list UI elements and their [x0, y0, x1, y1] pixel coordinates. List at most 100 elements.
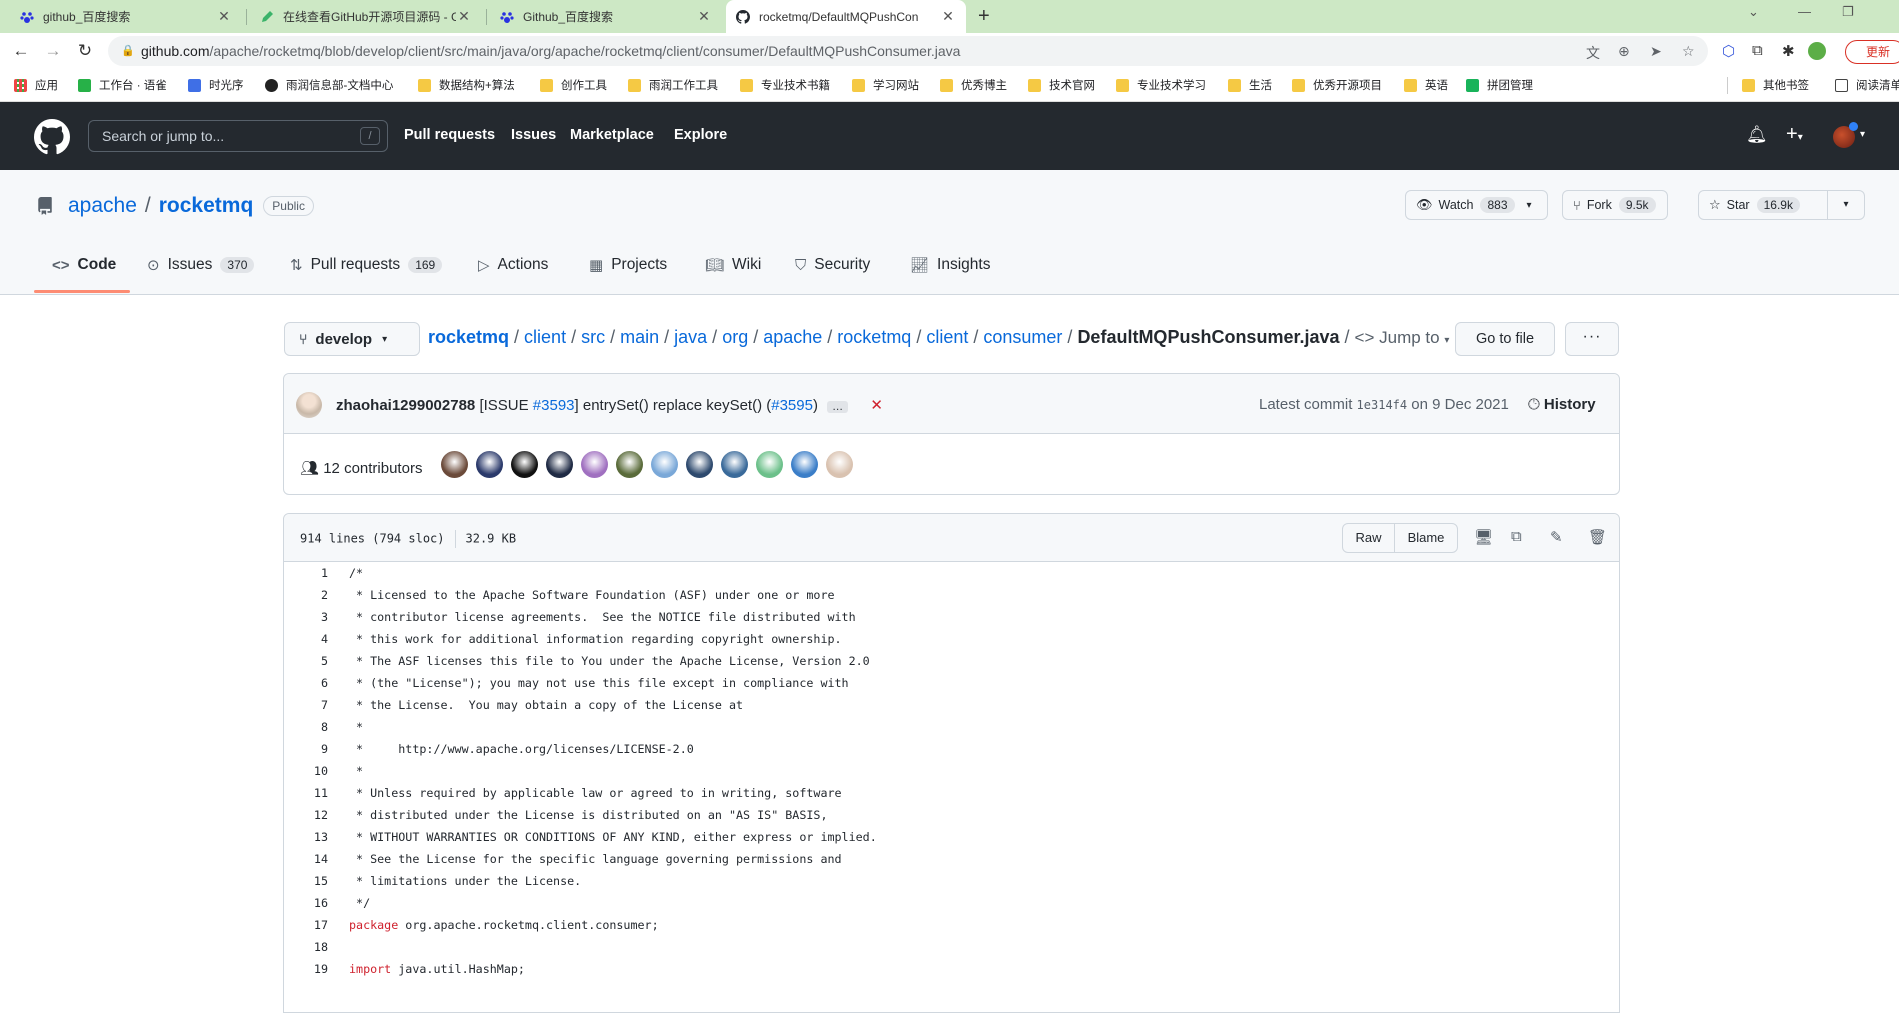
reload-icon[interactable]: ↻: [74, 41, 96, 61]
contributor-avatar[interactable]: [756, 451, 783, 478]
extension-icon[interactable]: ⧉: [1752, 42, 1763, 59]
line-number[interactable]: 12: [284, 804, 328, 826]
author-avatar[interactable]: [296, 392, 322, 418]
contributor-avatar[interactable]: [651, 451, 678, 478]
reading-list[interactable]: 阅读清单: [1835, 77, 1899, 93]
zoom-icon[interactable]: ⊕: [1618, 43, 1630, 60]
raw-button[interactable]: Raw: [1343, 524, 1395, 552]
line-number[interactable]: 7: [284, 694, 328, 716]
commit-author-link[interactable]: zhaohai1299002788: [336, 397, 475, 414]
go-to-file-button[interactable]: Go to file: [1455, 322, 1555, 356]
desktop-icon[interactable]: 🖥︎: [1474, 528, 1493, 546]
line-number[interactable]: 6: [284, 672, 328, 694]
line-number[interactable]: 3: [284, 606, 328, 628]
commit-sha-link[interactable]: 1e314f4: [1357, 398, 1408, 412]
bookmark-item[interactable]: 雨润信息部-文档中心: [265, 77, 393, 93]
bookmark-star-icon[interactable]: ☆: [1682, 43, 1695, 60]
line-number[interactable]: 1: [284, 562, 328, 584]
line-number[interactable]: 10: [284, 760, 328, 782]
bookmark-item[interactable]: 工作台 · 语雀: [78, 77, 167, 93]
breadcrumb-link[interactable]: src: [581, 327, 605, 347]
contributor-avatar[interactable]: [721, 451, 748, 478]
contributor-avatar[interactable]: [476, 451, 503, 478]
breadcrumb-link[interactable]: client: [524, 327, 566, 347]
tab-code[interactable]: <> Code: [52, 256, 116, 274]
line-number[interactable]: 11: [284, 782, 328, 804]
browser-tab[interactable]: github_百度搜索 ✕: [10, 0, 242, 33]
bookmark-folder[interactable]: 专业技术学习: [1116, 77, 1206, 93]
search-input[interactable]: Search or jump to... /: [88, 120, 388, 152]
back-arrow-icon[interactable]: ←: [10, 41, 32, 61]
commit-text[interactable]: ] entrySet() replace keySet() (: [575, 397, 772, 414]
translate-icon[interactable]: 文: [1586, 43, 1600, 63]
breadcrumb-link[interactable]: apache: [763, 327, 822, 347]
tab-issues[interactable]: ⊙ Issues 370: [147, 256, 255, 274]
breadcrumb-link[interactable]: rocketmq: [837, 327, 911, 347]
issue-link[interactable]: #3593: [533, 397, 575, 414]
browser-tab-active[interactable]: rocketmq/DefaultMQPushCon ✕: [726, 0, 966, 33]
close-icon[interactable]: ✕: [696, 8, 712, 25]
bookmark-folder[interactable]: 优秀开源项目: [1292, 77, 1382, 93]
line-number[interactable]: 15: [284, 870, 328, 892]
breadcrumb-link[interactable]: main: [620, 327, 659, 347]
line-number[interactable]: 19: [284, 958, 328, 980]
trash-icon[interactable]: 🗑︎: [1588, 528, 1607, 546]
bookmark-item[interactable]: 时光序: [188, 77, 244, 93]
fork-button[interactable]: ⑂ Fork 9.5k: [1562, 190, 1668, 220]
line-number[interactable]: 4: [284, 628, 328, 650]
contributor-avatar[interactable]: [616, 451, 643, 478]
expand-commit-button[interactable]: …: [827, 401, 849, 413]
browser-tab[interactable]: 在线查看GitHub开源项目源码 - G ✕: [250, 0, 482, 33]
contributor-avatar[interactable]: [441, 451, 468, 478]
bookmark-folder[interactable]: 专业技术书籍: [740, 77, 830, 93]
more-options-button[interactable]: ···: [1565, 322, 1619, 356]
bookmark-folder[interactable]: 优秀博主: [940, 77, 1007, 93]
bookmark-item[interactable]: 拼团管理: [1466, 77, 1533, 93]
close-icon[interactable]: ✕: [216, 8, 232, 25]
tab-projects[interactable]: ▦ Projects: [589, 256, 667, 274]
extension-cube-icon[interactable]: ⬡: [1722, 42, 1735, 60]
blame-button[interactable]: Blame: [1395, 524, 1457, 552]
contributor-avatar[interactable]: [546, 451, 573, 478]
jump-to-dropdown[interactable]: <> Jump to ▾: [1355, 328, 1450, 347]
restore-icon[interactable]: ❐: [1842, 4, 1854, 20]
breadcrumb-link[interactable]: client: [926, 327, 968, 347]
line-number[interactable]: 16: [284, 892, 328, 914]
line-number[interactable]: 14: [284, 848, 328, 870]
update-button[interactable]: 更新: [1845, 40, 1899, 64]
repo-name-link[interactable]: rocketmq: [159, 194, 254, 218]
bell-icon[interactable]: 🔔︎: [1746, 125, 1768, 145]
star-dropdown-chevron-icon[interactable]: ▾: [1827, 191, 1864, 219]
nav-pull-requests[interactable]: Pull requests: [404, 127, 495, 143]
browser-tab[interactable]: Github_百度搜索 ✕: [490, 0, 722, 33]
copy-icon[interactable]: ⧉: [1511, 528, 1522, 545]
bookmark-folder[interactable]: 学习网站: [852, 77, 919, 93]
line-number[interactable]: 5: [284, 650, 328, 672]
star-button[interactable]: ☆ Star 16.9k ▾: [1698, 190, 1865, 220]
bookmark-folder[interactable]: 数据结构+算法: [418, 77, 515, 93]
pencil-icon[interactable]: ✎: [1550, 528, 1563, 546]
contributor-avatar[interactable]: [511, 451, 538, 478]
bookmark-folder-other[interactable]: 其他书签: [1742, 77, 1809, 93]
contributor-avatar[interactable]: [686, 451, 713, 478]
commit-text[interactable]: ): [813, 397, 818, 414]
tab-insights[interactable]: 📈︎ Insights: [910, 256, 990, 274]
puzzle-icon[interactable]: ✱: [1782, 42, 1795, 60]
breadcrumb-link[interactable]: org: [722, 327, 748, 347]
branch-select-button[interactable]: ⑂ develop ▾: [284, 322, 420, 356]
tab-security[interactable]: ⛉ Security: [795, 256, 870, 274]
bookmark-folder[interactable]: 生活: [1228, 77, 1272, 93]
bookmark-folder[interactable]: 创作工具: [540, 77, 607, 93]
line-number[interactable]: 13: [284, 826, 328, 848]
bookmark-apps[interactable]: 应用: [14, 77, 58, 93]
tab-pull-requests[interactable]: ⇅ Pull requests 169: [290, 256, 443, 274]
bookmark-folder[interactable]: 雨润工作工具: [628, 77, 718, 93]
bookmark-folder[interactable]: 技术官网: [1028, 77, 1095, 93]
line-number[interactable]: 17: [284, 914, 328, 936]
plus-dropdown-icon[interactable]: +▾: [1786, 123, 1803, 146]
close-icon[interactable]: ✕: [456, 8, 472, 25]
profile-avatar[interactable]: [1808, 42, 1826, 60]
new-tab-button[interactable]: +: [978, 5, 990, 28]
tab-actions[interactable]: ▷ Actions: [478, 256, 548, 274]
github-logo-icon[interactable]: [34, 119, 70, 155]
